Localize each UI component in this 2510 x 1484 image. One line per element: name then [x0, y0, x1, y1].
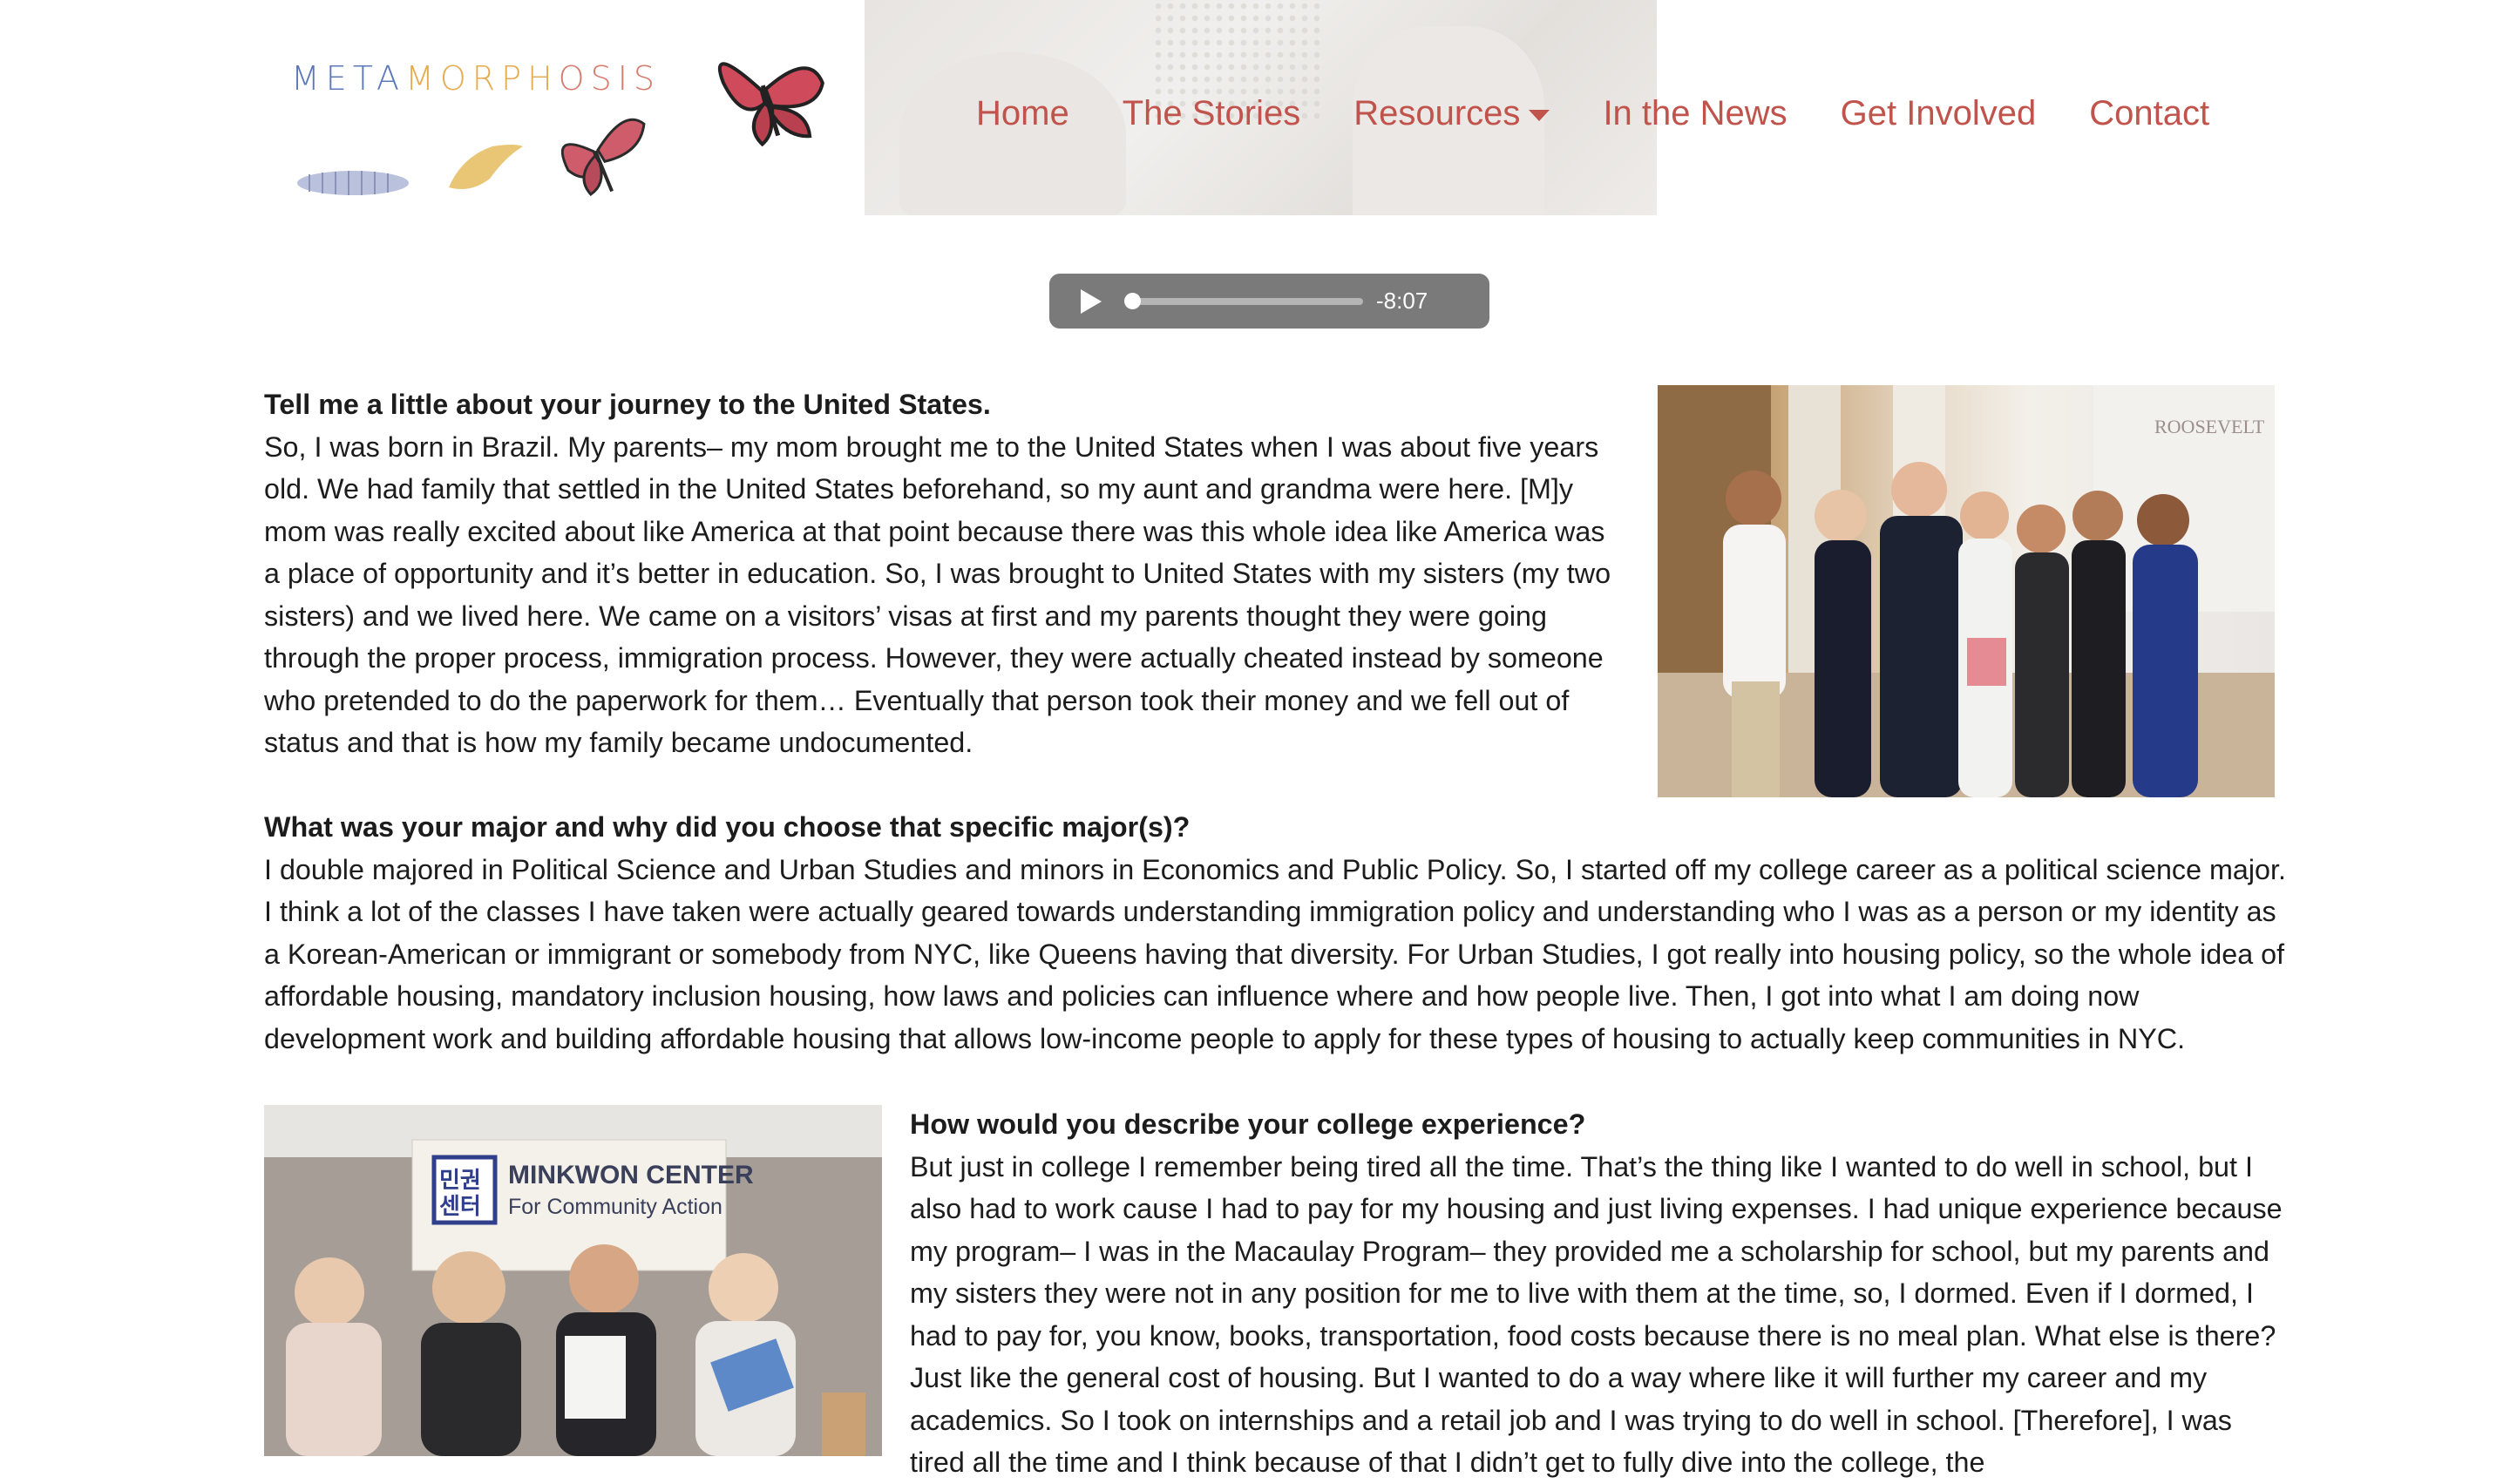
roosevelt-sign: ROOSEVELT: [2154, 416, 2265, 437]
interview-block-1: Tell me a little about your journey to t…: [264, 383, 1628, 764]
interview-block-2: What was your major and why did you choo…: [264, 806, 2286, 1060]
answer-text: But just in college I remember being tir…: [910, 1150, 2283, 1479]
photo-minkwon-center-table: 민권 센터 MINKWON CENTER For Community Actio…: [264, 1105, 882, 1456]
interview-block-3: How would you describe your college expe…: [910, 1103, 2287, 1484]
answer-text: I double majored in Political Science an…: [264, 853, 2286, 1054]
butterfly-lifecycle-icon: [297, 62, 824, 197]
audio-remaining-time: -8:07: [1376, 288, 1428, 314]
minkwon-banner-subtitle: For Community Action: [508, 1195, 722, 1219]
group-photo-roosevelt: ROOSEVELT: [1658, 385, 2275, 797]
audio-progress-track[interactable]: [1128, 298, 1363, 305]
chrysalis-icon: [449, 145, 523, 190]
answer-text: So, I was born in Brazil. My parents– my…: [264, 430, 1611, 759]
nav-resources[interactable]: Resources: [1353, 94, 1550, 133]
minkwon-logo-text: 민권: [439, 1168, 481, 1194]
minkwon-banner-title: MINKWON CENTER: [508, 1161, 754, 1189]
caret-down-icon: [1529, 110, 1550, 121]
caterpillar-icon: [297, 171, 409, 195]
nav-resources-label: Resources: [1353, 94, 1521, 132]
butterfly-small-icon: [560, 118, 646, 197]
site-logo[interactable]: METAMORPHOSIS: [261, 35, 837, 209]
audio-scrubber-handle[interactable]: [1124, 293, 1141, 309]
question-heading: How would you describe your college expe…: [910, 1108, 1586, 1140]
nav-the-stories[interactable]: The Stories: [1123, 94, 1301, 133]
question-heading: What was your major and why did you choo…: [264, 811, 1191, 843]
butterfly-large-icon: [718, 62, 824, 147]
nav-contact[interactable]: Contact: [2089, 94, 2209, 133]
svg-text:센터: 센터: [439, 1194, 481, 1220]
main-navigation: Home The Stories Resources In the News G…: [976, 94, 2262, 133]
question-heading: Tell me a little about your journey to t…: [264, 389, 991, 420]
nav-get-involved[interactable]: Get Involved: [1841, 94, 2037, 133]
nav-in-the-news[interactable]: In the News: [1603, 94, 1787, 133]
audio-player: -8:07: [1049, 274, 1489, 329]
nav-home[interactable]: Home: [976, 94, 1069, 133]
play-icon[interactable]: [1081, 289, 1102, 314]
